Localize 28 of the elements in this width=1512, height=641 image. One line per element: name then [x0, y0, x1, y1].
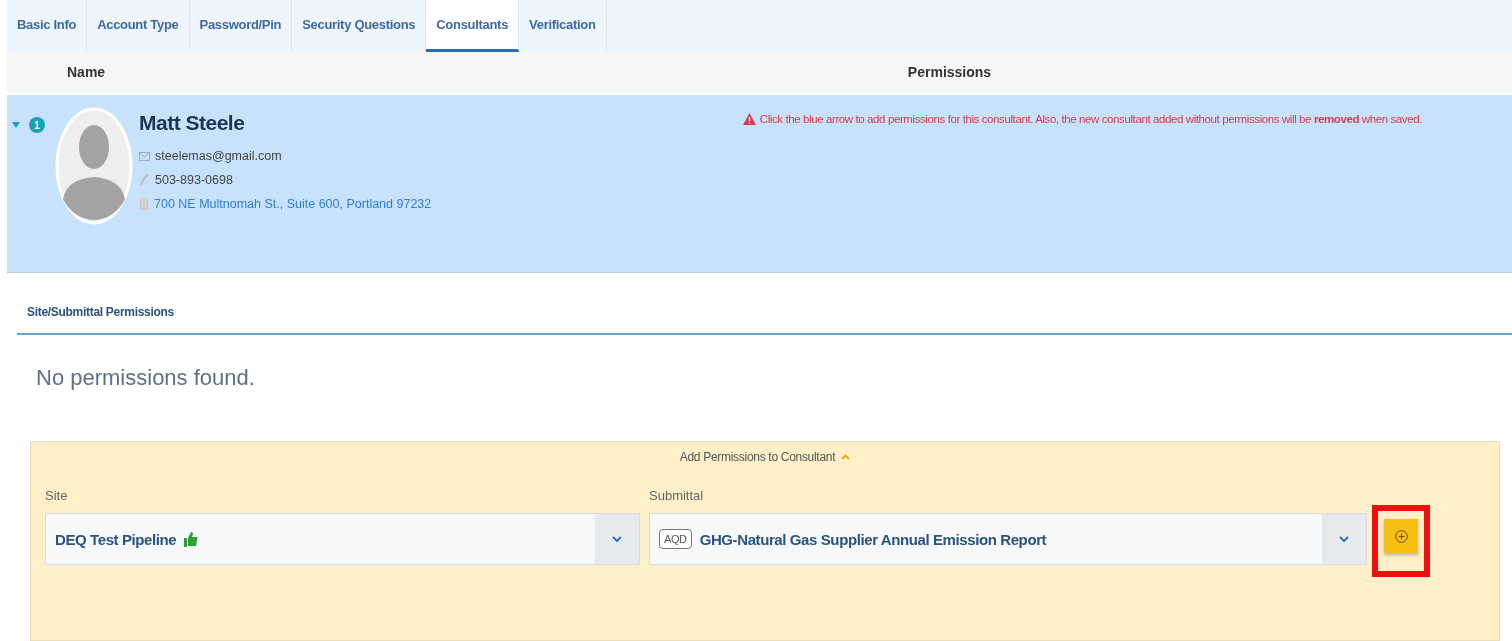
phone-text: 503-893-0698: [155, 173, 233, 187]
site-select[interactable]: DEQ Test Pipeline: [45, 513, 640, 565]
consultant-name: Matt Steele: [139, 111, 246, 135]
section-title: Site/Submittal Permissions: [27, 305, 174, 319]
category-tag: AQD: [659, 529, 692, 549]
chevron-down-icon: [1339, 535, 1349, 543]
caret-down-icon[interactable]: [11, 120, 21, 130]
warning-icon: [742, 113, 756, 125]
building-icon: [139, 197, 149, 211]
field-label: Site: [45, 488, 69, 503]
submittal-select[interactable]: AQD GHG-Natural Gas Supplier Annual Emission Report: [649, 513, 1367, 565]
plus-circle-icon: [1394, 529, 1408, 543]
chevron-down-icon: [612, 535, 622, 543]
warning-message: Click the blue arrow to add permissions for this consultant. Also, the new consultant added without permissions will be removed when saved.: [759, 113, 1422, 125]
panel-title: Add Permissions to Consultant: [679, 450, 836, 464]
column-header: Name: [66, 64, 107, 80]
envelope-icon: [139, 151, 150, 161]
field-label: Submittal: [649, 488, 705, 503]
count-badge: 1: [29, 117, 45, 133]
caret-up-icon[interactable]: [841, 454, 851, 460]
column-header: Permissions: [906, 64, 993, 80]
thumbs-up-icon: [184, 531, 199, 547]
address-link[interactable]: 700 NE Multnomah St., Suite 600, Portland 97232: [154, 197, 432, 211]
tab[interactable]: Consultants: [426, 0, 520, 52]
avatar-icon: [55, 107, 133, 225]
add-button[interactable]: [1384, 519, 1418, 553]
email-text: steelemas@gmail.com: [155, 149, 282, 163]
empty-message: No permissions found.: [36, 365, 256, 391]
